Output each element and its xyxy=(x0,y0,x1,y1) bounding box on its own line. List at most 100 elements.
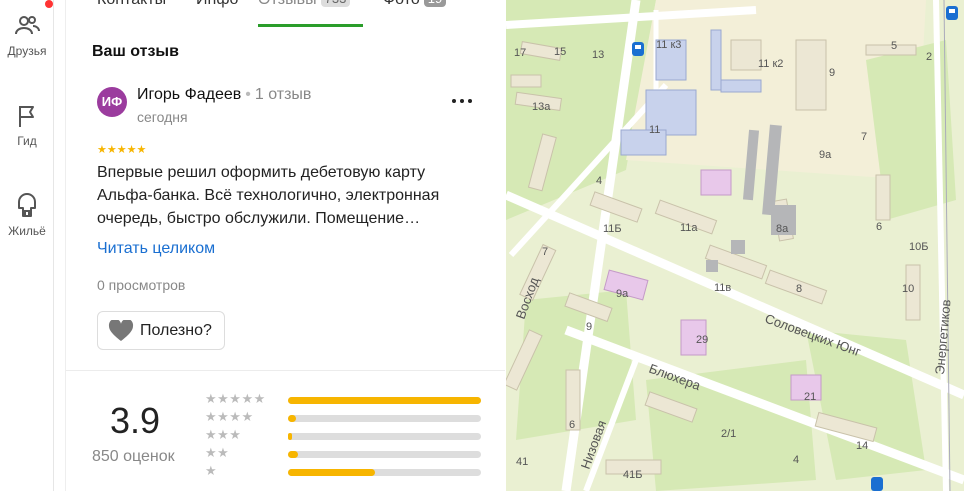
svg-text:5: 5 xyxy=(891,40,897,52)
svg-text:6: 6 xyxy=(876,221,882,233)
rating-bar-track xyxy=(288,451,481,458)
rating-value: 3.9 xyxy=(110,400,161,441)
svg-text:9: 9 xyxy=(586,321,592,333)
rating-bar-fill xyxy=(288,433,292,440)
notification-dot xyxy=(45,0,53,8)
tab-info-label: Инфо xyxy=(196,0,238,8)
review-date: сегодня xyxy=(137,109,188,125)
active-tab-indicator xyxy=(258,24,363,27)
svg-text:13: 13 xyxy=(592,49,604,61)
rating-bar-fill xyxy=(288,415,296,422)
views-count: 0 просмотров xyxy=(97,277,186,293)
rating-bar-track xyxy=(288,433,481,440)
svg-text:29: 29 xyxy=(696,334,708,346)
svg-text:15: 15 xyxy=(554,46,566,58)
tab-reviews-badge: 733 xyxy=(320,0,351,7)
section-title: Ваш отзыв xyxy=(92,43,179,60)
svg-text:41Б: 41Б xyxy=(623,469,642,481)
svg-text:21: 21 xyxy=(804,391,816,403)
author-review-count: 1 отзыв xyxy=(254,86,312,103)
friends-icon xyxy=(15,16,40,35)
bus-stop-icon[interactable] xyxy=(946,6,958,20)
svg-text:7: 7 xyxy=(861,131,867,143)
reviews-panel: Контакты Инфо Отзывы733 Фото19 Ваш отзыв… xyxy=(65,0,505,491)
map-canvas[interactable]: 17 15 13 13а 11 к3 11 к2 11 9 5 2 7 9а 4 11Б 11а 8… xyxy=(506,0,964,491)
rail-item-housing[interactable]: Жильё xyxy=(0,192,54,238)
tab-photos-label: Фото xyxy=(383,0,420,8)
svg-text:6: 6 xyxy=(569,419,575,431)
svg-text:10Б: 10Б xyxy=(909,241,928,253)
svg-text:11 к2: 11 к2 xyxy=(758,58,783,70)
rating-bar-fill xyxy=(288,397,481,404)
tab-contacts-label: Контакты xyxy=(97,0,166,8)
svg-text:11в: 11в xyxy=(714,282,731,294)
rating-row-stars: ★★★★★ xyxy=(205,391,266,406)
heart-icon xyxy=(108,320,134,341)
svg-text:17: 17 xyxy=(514,47,526,59)
rail-item-guide[interactable]: Гид xyxy=(0,102,54,148)
svg-text:4: 4 xyxy=(596,175,602,187)
map[interactable]: 17 15 13 13а 11 к3 11 к2 11 9 5 2 7 9а 4 11Б 11а 8… xyxy=(506,0,964,491)
rail-label-housing: Жильё xyxy=(8,224,46,238)
svg-text:9а: 9а xyxy=(819,149,832,161)
rating-row-stars: ★ xyxy=(205,463,218,478)
rating-row-stars: ★★★ xyxy=(205,427,242,442)
svg-text:11а: 11а xyxy=(680,222,698,234)
bus-stop-icon[interactable] xyxy=(871,477,883,491)
rating-bar-fill xyxy=(288,469,375,476)
svg-text:4: 4 xyxy=(793,454,799,466)
review-stars: ★★★★★ xyxy=(97,144,147,156)
review-text: Впервые решил оформить дебетовую карту А… xyxy=(97,164,440,227)
rating-row-stars: ★★★★ xyxy=(205,409,254,424)
svg-text:10: 10 xyxy=(902,283,914,295)
rating-row-5: ★★★★★ xyxy=(205,391,481,407)
more-dot xyxy=(460,99,464,103)
more-dot xyxy=(452,99,456,103)
svg-text:41: 41 xyxy=(516,456,528,468)
svg-text:8: 8 xyxy=(796,283,802,295)
more-dot xyxy=(468,99,472,103)
tab-info[interactable]: Инфо xyxy=(196,0,238,9)
svg-text:9: 9 xyxy=(829,67,835,79)
read-more-link[interactable]: Читать целиком xyxy=(97,240,215,258)
flag-icon xyxy=(19,106,34,127)
divider xyxy=(66,370,505,371)
author-name[interactable]: Игорь Фадеев xyxy=(137,86,241,103)
svg-text:7: 7 xyxy=(542,246,548,258)
rail-item-friends[interactable]: Друзья xyxy=(0,12,54,58)
svg-text:2: 2 xyxy=(926,51,932,63)
svg-text:13а: 13а xyxy=(532,101,551,113)
rating-row-2: ★★ xyxy=(205,445,481,461)
svg-text:8а: 8а xyxy=(776,223,789,235)
tab-reviews-label: Отзывы xyxy=(258,0,317,8)
rating-count: 850 оценок xyxy=(92,448,175,465)
separator-dot: • xyxy=(245,86,251,103)
rating-row-stars: ★★ xyxy=(205,445,230,460)
rating-row-4: ★★★★ xyxy=(205,409,481,425)
svg-text:9а: 9а xyxy=(616,288,629,300)
rating-bar-track xyxy=(288,469,481,476)
useful-button[interactable]: Полезно? xyxy=(97,311,225,350)
tab-bar: Контакты Инфо Отзывы733 Фото19 xyxy=(66,0,505,28)
rating-bar-track xyxy=(288,415,481,422)
rating-row-3: ★★★ xyxy=(205,427,481,443)
useful-label: Полезно? xyxy=(140,322,212,339)
review-author: Игорь Фадеев • 1 отзыв xyxy=(137,86,311,104)
tab-contacts[interactable]: Контакты xyxy=(97,0,166,9)
more-options-button[interactable] xyxy=(450,88,474,112)
tab-reviews[interactable]: Отзывы733 xyxy=(258,0,351,9)
tab-photos-badge: 19 xyxy=(423,0,447,7)
bus-stop-icon[interactable] xyxy=(632,42,644,56)
rail-label-guide: Гид xyxy=(17,134,37,148)
tab-photos[interactable]: Фото19 xyxy=(383,0,447,9)
svg-text:11 к3: 11 к3 xyxy=(656,39,681,51)
rating-row-1: ★ xyxy=(205,463,481,479)
rail-label-friends: Друзья xyxy=(7,44,47,58)
rating-bar-fill xyxy=(288,451,298,458)
svg-text:11: 11 xyxy=(649,124,660,136)
avatar[interactable]: ИФ xyxy=(97,87,127,117)
housing-icon xyxy=(18,193,36,217)
left-rail: Друзья Гид Жильё xyxy=(0,0,54,491)
svg-text:14: 14 xyxy=(856,440,868,452)
svg-text:2/1: 2/1 xyxy=(721,428,736,440)
